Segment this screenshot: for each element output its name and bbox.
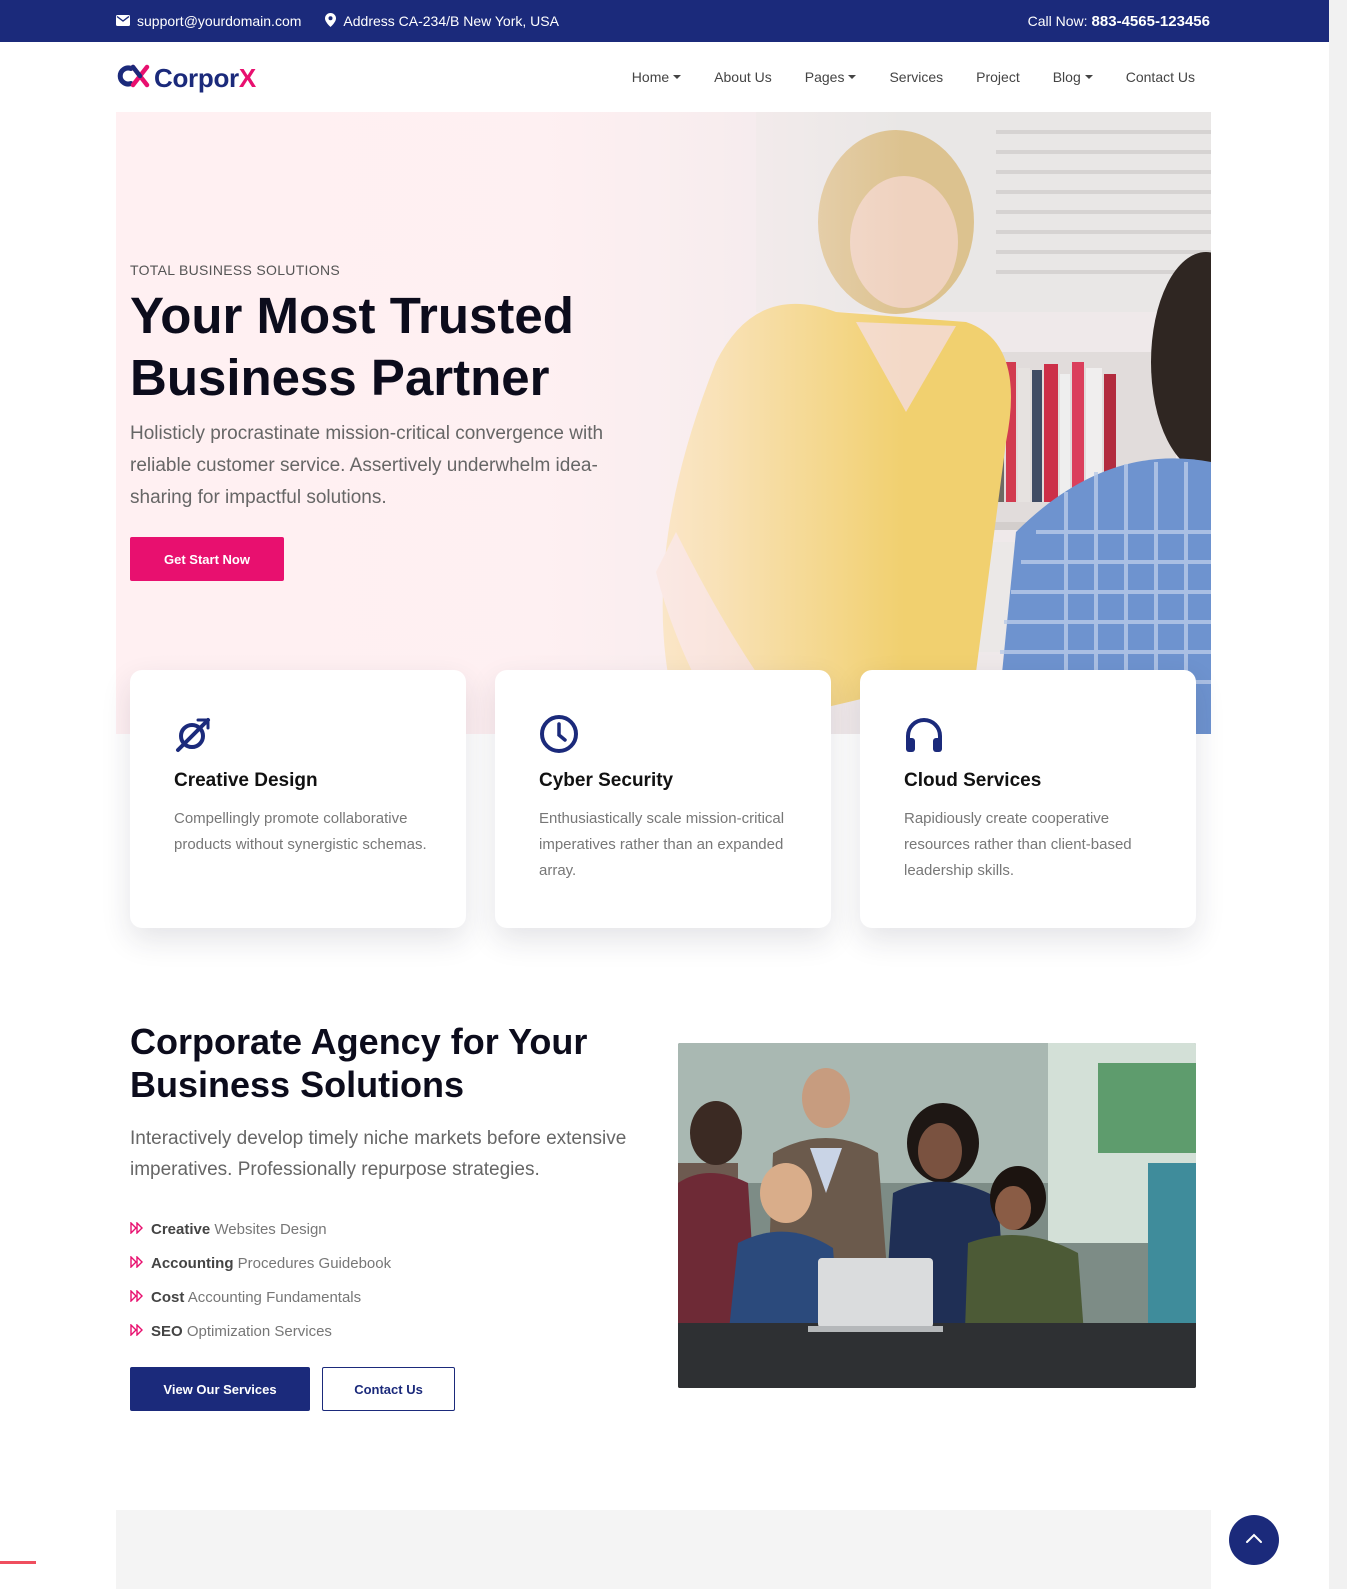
clock-icon: [539, 714, 579, 754]
nav-item-project[interactable]: Project: [976, 69, 1020, 85]
nav-item-about[interactable]: About Us: [714, 69, 772, 85]
list-item-rest: Accounting Fundamentals: [187, 1288, 362, 1306]
feature-card-creative-design[interactable]: Creative Design Compellingly promote col…: [130, 670, 466, 928]
get-start-now-button[interactable]: Get Start Now: [130, 537, 284, 581]
nav-label[interactable]: Project: [976, 69, 1020, 85]
double-chevron-icon: [130, 1322, 144, 1340]
map-pin-icon: [325, 12, 337, 30]
phone-number[interactable]: 883-4565-123456: [1092, 13, 1210, 30]
hero-eyebrow: TOTAL BUSINESS SOLUTIONS: [130, 262, 340, 278]
list-item-bold: Accounting: [151, 1254, 234, 1272]
brand-name-accent: X: [238, 63, 256, 93]
list-item-rest: Optimization Services: [186, 1322, 332, 1340]
list-item-text: Cost Accounting Fundamentals: [151, 1289, 361, 1306]
page-scrollbar[interactable]: [1329, 0, 1347, 1589]
list-item: SEO Optimization Services: [130, 1314, 391, 1348]
chevron-up-icon: [1245, 1531, 1263, 1549]
nav-item-pages[interactable]: Pages: [805, 69, 857, 85]
hero-description: Holisticly procrastinate mission-critica…: [130, 423, 604, 508]
feature-title: Cyber Security: [539, 770, 674, 791]
contact-us-button[interactable]: Contact Us: [322, 1367, 455, 1411]
caret-down-icon: [673, 75, 682, 79]
list-item-bold: Creative: [151, 1220, 211, 1238]
list-item-bold: SEO: [151, 1322, 183, 1340]
address-info: Address CA-234/B New York, USA: [325, 12, 559, 30]
address-text: Address CA-234/B New York, USA: [343, 13, 559, 29]
feature-card-cloud-services[interactable]: Cloud Services Rapidiously create cooper…: [860, 670, 1196, 928]
progress-indicator-line: [0, 1561, 36, 1564]
nav-item-blog[interactable]: Blog: [1053, 69, 1093, 85]
next-section-band: [116, 1510, 1211, 1589]
caret-down-icon: [1084, 75, 1093, 79]
list-item: Creative Websites Design: [130, 1212, 391, 1246]
contact-info: support@yourdomain.com Address CA-234/B …: [116, 0, 559, 42]
list-item-text: Creative Websites Design: [151, 1221, 327, 1238]
feature-description: Compellingly promote collaborative produ…: [174, 810, 427, 853]
nav-item-services[interactable]: Services: [889, 69, 943, 85]
list-item-text: Accounting Procedures Guidebook: [151, 1255, 391, 1272]
list-item-bold: Cost: [151, 1288, 185, 1306]
scroll-to-top-button[interactable]: [1229, 1515, 1279, 1565]
feature-description: Enthusiastically scale mission-critical …: [539, 810, 785, 879]
nav-label[interactable]: About Us: [714, 69, 772, 85]
brand-name-main: Corpor: [154, 63, 239, 93]
call-label: Call Now:: [1027, 13, 1088, 29]
nav-label[interactable]: Services: [889, 69, 943, 85]
nav-item-contact[interactable]: Contact Us: [1126, 69, 1195, 85]
primary-nav: Home About Us Pages Services Project Blo…: [632, 42, 1195, 112]
envelope-icon: [116, 13, 130, 29]
double-chevron-icon: [130, 1220, 144, 1238]
feature-title: Creative Design: [174, 770, 318, 791]
team-meeting-photo: [678, 1043, 1196, 1388]
nav-label[interactable]: Contact Us: [1126, 69, 1195, 85]
double-chevron-icon: [130, 1254, 144, 1272]
agency-title: Corporate Agency for Your Business Solut…: [130, 1021, 588, 1105]
hero-title-line2: Business Partner: [130, 349, 550, 406]
list-item-rest: Procedures Guidebook: [237, 1254, 392, 1272]
hero-title: Your Most Trusted Business Partner: [130, 285, 690, 409]
top-info-bar: support@yourdomain.com Address CA-234/B …: [0, 0, 1329, 42]
agency-description: Interactively develop timely niche marke…: [130, 1128, 627, 1180]
feature-card-cyber-security[interactable]: Cyber Security Enthusiastically scale mi…: [495, 670, 831, 928]
orbit-icon: [174, 714, 214, 754]
nav-label[interactable]: Pages: [805, 69, 845, 85]
list-item-text: SEO Optimization Services: [151, 1323, 332, 1340]
headphones-icon: [904, 714, 944, 754]
list-item: Cost Accounting Fundamentals: [130, 1280, 391, 1314]
nav-item-home[interactable]: Home: [632, 69, 682, 85]
list-item-rest: Websites Design: [214, 1220, 327, 1238]
hero-title-line1: Your Most Trusted: [130, 287, 574, 344]
brand-name: CorporX: [154, 63, 256, 94]
view-our-services-button[interactable]: View Our Services: [130, 1367, 310, 1411]
list-item: Accounting Procedures Guidebook: [130, 1246, 391, 1280]
nav-label[interactable]: Home: [632, 69, 669, 85]
logo-mark-icon: [116, 63, 150, 94]
call-info[interactable]: Call Now: 883-4565-123456: [1028, 0, 1210, 42]
agency-feature-list: Creative Websites Design Accounting Proc…: [130, 1212, 391, 1348]
brand-logo[interactable]: CorporX: [116, 63, 256, 94]
nav-label[interactable]: Blog: [1053, 69, 1081, 85]
feature-description: Rapidiously create cooperative resources…: [904, 810, 1132, 879]
feature-title: Cloud Services: [904, 770, 1042, 791]
email-text[interactable]: support@yourdomain.com: [137, 13, 301, 29]
main-navbar: CorporX Home About Us Pages Services Pro…: [0, 42, 1329, 112]
caret-down-icon: [848, 75, 857, 79]
email-info[interactable]: support@yourdomain.com: [116, 13, 301, 29]
double-chevron-icon: [130, 1288, 144, 1306]
